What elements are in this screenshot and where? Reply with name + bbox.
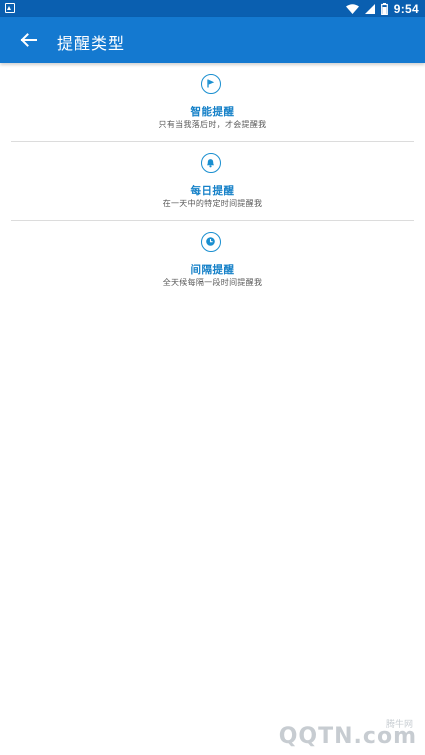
- reminder-option-smart[interactable]: 智能提醒 只有当我落后时，才会提醒我: [0, 63, 425, 141]
- wifi-icon: [345, 3, 359, 14]
- reminder-option-daily[interactable]: 每日提醒 在一天中的特定时间提醒我: [0, 142, 425, 220]
- reminder-option-description: 全天候每隔一段时间提醒我: [162, 278, 263, 287]
- watermark-logo: 腾牛网 QQTN.com: [278, 720, 417, 749]
- status-bar: 9:54: [0, 0, 425, 17]
- flag-icon: [201, 74, 221, 94]
- bell-icon: [201, 153, 221, 173]
- reminder-type-list: 智能提醒 只有当我落后时，才会提醒我 每日提醒 在一天中的特定时间提醒我 间隔提…: [0, 63, 425, 297]
- reminder-option-description: 在一天中的特定时间提醒我: [162, 199, 263, 208]
- signal-icon: [364, 3, 375, 14]
- clock-time: 9:54: [393, 1, 419, 16]
- arrow-left-icon: [20, 33, 37, 47]
- reminder-option-title: 每日提醒: [190, 185, 235, 197]
- battery-icon: [380, 2, 388, 15]
- reminder-option-interval[interactable]: 间隔提醒 全天候每隔一段时间提醒我: [0, 221, 425, 299]
- app-bar: 提醒类型: [0, 17, 425, 63]
- reminder-option-description: 只有当我落后时，才会提醒我: [158, 120, 267, 129]
- notification-icon: [5, 3, 15, 13]
- reminder-option-title: 智能提醒: [190, 106, 235, 118]
- back-button[interactable]: [12, 26, 44, 54]
- reminder-option-title: 间隔提醒: [190, 264, 235, 276]
- clock-icon: [201, 232, 221, 252]
- page-title: 提醒类型: [57, 34, 126, 53]
